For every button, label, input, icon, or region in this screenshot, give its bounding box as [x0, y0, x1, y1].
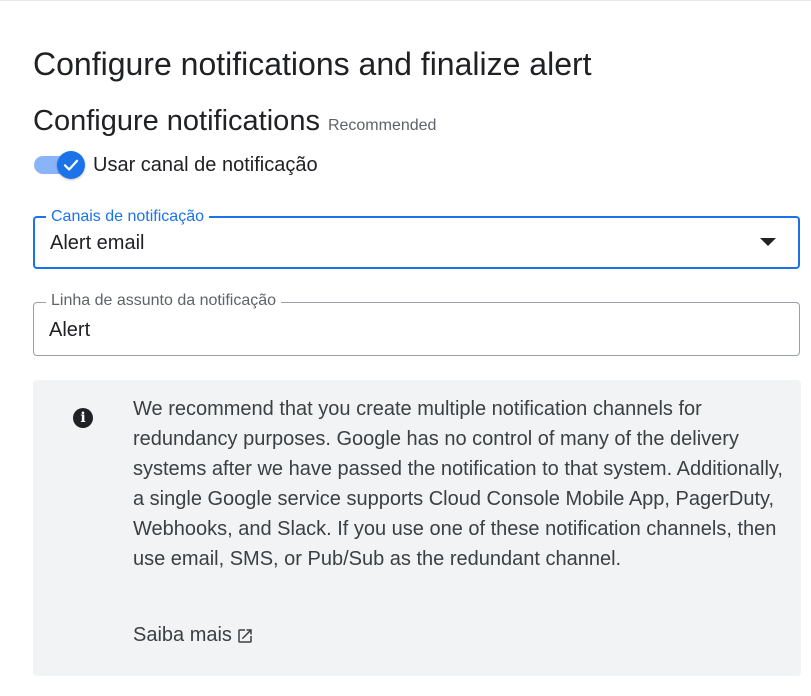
notification-channel-toggle-row: Usar canal de notificação [33, 150, 318, 180]
notification-channels-select[interactable]: Canais de notificação Alert email [33, 208, 800, 269]
top-divider [0, 0, 811, 1]
learn-more-label: Saiba mais [133, 624, 232, 646]
page-title: Configure notifications and finalize ale… [33, 46, 592, 82]
info-text: We recommend that you create multiple no… [133, 398, 783, 570]
recommended-badge: Recommended [327, 117, 437, 134]
open-in-new-icon [238, 628, 252, 643]
info-icon: i [73, 408, 93, 428]
learn-more-link[interactable]: Saiba mais [133, 624, 254, 647]
section-heading: Configure notifications Recommended [33, 103, 436, 139]
notification-channel-toggle[interactable] [33, 150, 87, 180]
info-box: i We recommend that you create multiple … [33, 380, 801, 676]
subject-line-field: Linha de assunto da notificação [33, 292, 800, 356]
dropdown-arrow-icon [760, 238, 776, 246]
notification-channels-label: Canais de notificação [46, 208, 209, 226]
notification-channels-value: Alert email [50, 232, 145, 254]
toggle-thumb [57, 151, 85, 179]
check-icon [63, 159, 79, 171]
section-title: Configure notifications [33, 105, 320, 137]
subject-line-input[interactable] [34, 303, 799, 355]
toggle-label: Usar canal de notificação [93, 153, 318, 176]
